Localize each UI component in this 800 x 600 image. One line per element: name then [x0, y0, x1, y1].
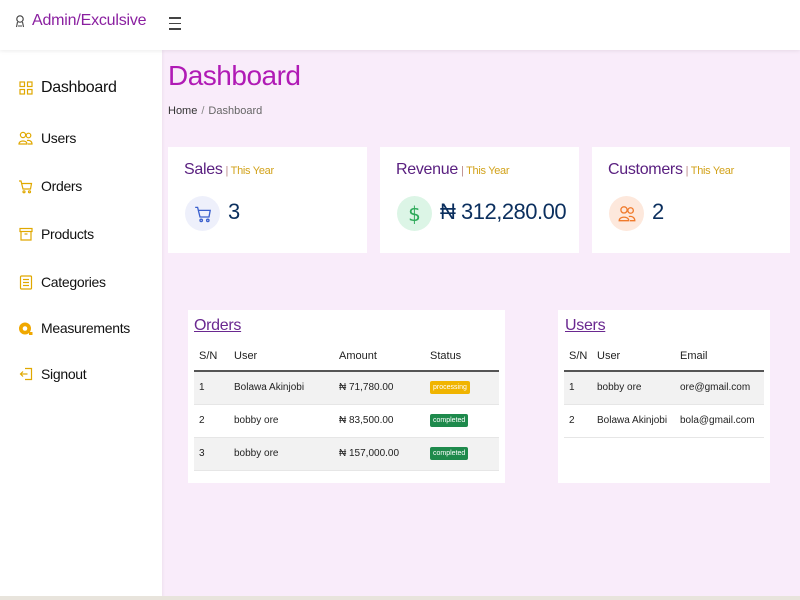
- card-period: | This Year: [460, 165, 510, 177]
- sidebar-item-products[interactable]: Products: [18, 226, 94, 242]
- sidebar-item-users[interactable]: Users: [18, 130, 76, 146]
- column-header: Amount: [334, 341, 425, 372]
- sidebar: Dashboard Users Orders Products Categori…: [0, 50, 162, 598]
- orders-panel: Orders S/N User Amount Status 1 Bolawa A…: [188, 310, 505, 483]
- table-header-row: S/N User Amount Status: [194, 341, 499, 372]
- sidebar-item-label: Users: [41, 130, 77, 146]
- orders-title[interactable]: Orders: [194, 317, 241, 335]
- sidebar-item-label: Measurements: [41, 320, 130, 336]
- table-row[interactable]: 1 Bolawa Akinjobi ₦ 71,780.00 processing: [194, 371, 499, 405]
- top-bar: Admin/Exculsive: [0, 0, 800, 50]
- sidebar-item-signout[interactable]: Signout: [18, 366, 87, 382]
- column-header: User: [592, 341, 675, 372]
- archive-icon: [18, 227, 33, 242]
- cell-sn: 1: [194, 371, 229, 405]
- dollar-icon: $: [397, 196, 432, 231]
- card-title-text: Customers: [608, 161, 683, 178]
- sidebar-item-label: Categories: [41, 274, 106, 290]
- card-title: Revenue | This Year: [396, 161, 510, 179]
- status-badge: completed: [430, 447, 469, 460]
- card-period: | This Year: [685, 165, 735, 177]
- sales-card: Sales | This Year 3: [168, 147, 367, 253]
- revenue-card: Revenue | This Year $ ₦ 312,280.00: [380, 147, 579, 253]
- signout-icon: [18, 367, 33, 382]
- sidebar-item-label: Orders: [41, 178, 82, 194]
- table-row[interactable]: 2 bobby ore ₦ 83,500.00 completed: [194, 404, 499, 438]
- revenue-value: ₦ 312,280.00: [440, 199, 567, 224]
- breadcrumb-home[interactable]: Home: [168, 105, 197, 117]
- status-badge: processing: [430, 381, 470, 395]
- cell-status: completed: [425, 437, 499, 471]
- cell-sn: 1: [564, 371, 592, 405]
- logo-icon: [14, 14, 26, 28]
- customers-value: 2: [652, 199, 664, 224]
- table-header-row: S/N User Email: [564, 341, 764, 372]
- cell-amount: ₦ 157,000.00: [334, 437, 425, 471]
- table-row[interactable]: 3 bobby ore ₦ 157,000.00 completed: [194, 437, 499, 471]
- table-row[interactable]: 2 Bolawa Akinjobi bola@gmail.com: [564, 404, 764, 438]
- cell-email: bola@gmail.com: [675, 404, 764, 438]
- users-table: S/N User Email 1 bobby ore ore@gmail.com…: [564, 341, 764, 438]
- card-period: | This Year: [225, 165, 275, 177]
- breadcrumb-current: Dashboard: [208, 105, 263, 117]
- cart-icon: [185, 196, 220, 231]
- cell-sn: 2: [194, 404, 229, 438]
- sales-value: 3: [228, 199, 240, 224]
- sidebar-item-label: Dashboard: [41, 79, 117, 96]
- cell-status: completed: [425, 404, 499, 438]
- grid-icon: [18, 81, 33, 96]
- cell-user: bobby ore: [592, 371, 675, 405]
- cell-user: Bolawa Akinjobi: [229, 371, 334, 405]
- list-icon: [18, 274, 33, 290]
- cell-sn: 2: [564, 404, 592, 438]
- people-icon: [609, 196, 644, 231]
- cart-icon: [18, 179, 33, 194]
- card-period-text: This Year: [690, 165, 734, 177]
- sidebar-item-orders[interactable]: Orders: [18, 178, 82, 194]
- sidebar-item-measurements[interactable]: Measurements: [18, 320, 130, 336]
- users-title[interactable]: Users: [565, 317, 606, 335]
- column-header: User: [229, 341, 334, 372]
- breadcrumb: Home / Dashboard: [168, 105, 262, 117]
- cell-amount: ₦ 83,500.00: [334, 404, 425, 438]
- sidebar-item-label: Products: [41, 226, 94, 242]
- orders-table: S/N User Amount Status 1 Bolawa Akinjobi…: [194, 341, 499, 471]
- page-title: Dashboard: [168, 60, 301, 91]
- cell-email: ore@gmail.com: [675, 371, 764, 405]
- tape-icon: [18, 321, 33, 336]
- card-period-text: This Year: [466, 165, 510, 177]
- column-header: S/N: [194, 341, 229, 372]
- card-title-text: Sales: [184, 161, 223, 178]
- sidebar-item-label: Signout: [41, 366, 87, 382]
- column-header: S/N: [564, 341, 592, 372]
- users-icon: [18, 131, 33, 146]
- table-row[interactable]: 1 bobby ore ore@gmail.com: [564, 371, 764, 405]
- cell-status: processing: [425, 371, 499, 405]
- card-period-text: This Year: [230, 165, 274, 177]
- card-title: Customers | This Year: [608, 161, 734, 179]
- breadcrumb-separator: /: [201, 105, 205, 117]
- cell-user: bobby ore: [229, 404, 334, 438]
- customers-card: Customers | This Year 2: [592, 147, 790, 253]
- window-bottom-edge: [0, 596, 800, 600]
- brand-title: Admin/Exculsive: [32, 12, 147, 29]
- card-title-text: Revenue: [396, 161, 458, 178]
- users-panel: Users S/N User Email 1 bobby ore ore@gma…: [558, 310, 770, 483]
- sidebar-item-categories[interactable]: Categories: [18, 274, 106, 290]
- cell-sn: 3: [194, 437, 229, 471]
- card-title: Sales | This Year: [184, 161, 274, 179]
- cell-user: bobby ore: [229, 437, 334, 471]
- sidebar-item-dashboard[interactable]: Dashboard: [18, 79, 117, 97]
- cell-amount: ₦ 71,780.00: [334, 371, 425, 405]
- status-badge: completed: [430, 414, 469, 427]
- cell-user: Bolawa Akinjobi: [592, 404, 675, 438]
- column-header: Email: [675, 341, 764, 372]
- brand[interactable]: Admin/Exculsive: [14, 12, 147, 30]
- column-header: Status: [425, 341, 499, 372]
- menu-toggle-icon[interactable]: [169, 17, 181, 31]
